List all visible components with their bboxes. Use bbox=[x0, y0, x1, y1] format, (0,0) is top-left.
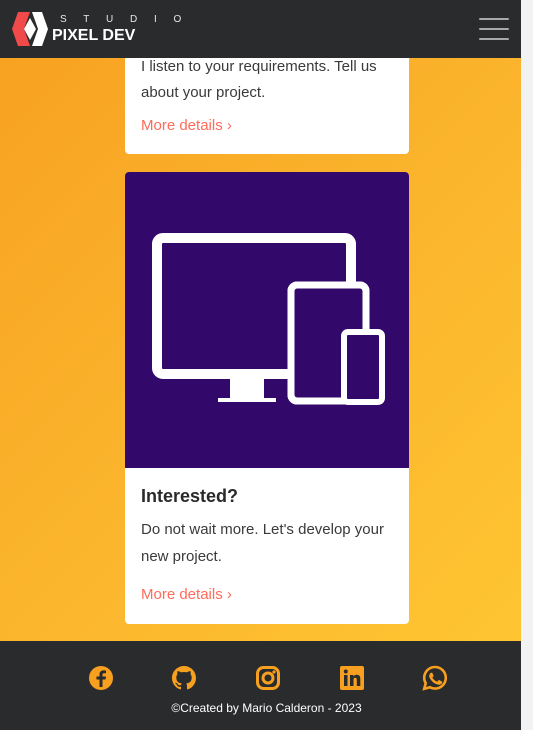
devices-icon bbox=[125, 172, 409, 468]
linkedin-icon[interactable] bbox=[339, 665, 365, 691]
page-scrollbar[interactable] bbox=[521, 0, 533, 730]
brand-studio-label: S T U D I O bbox=[60, 13, 189, 25]
brand-name: PIXEL DEV bbox=[52, 26, 136, 44]
brand-logo-link[interactable]: S T U D I O PIXEL DEV bbox=[10, 12, 188, 46]
card-title: Interested? bbox=[141, 486, 239, 506]
hamburger-icon[interactable] bbox=[479, 18, 509, 40]
whatsapp-icon[interactable] bbox=[422, 665, 448, 691]
more-details-link[interactable]: More details › bbox=[141, 117, 232, 134]
logo-icon bbox=[10, 12, 48, 46]
card-description: Do not wait more. Let's develop your new… bbox=[141, 521, 384, 565]
social-links bbox=[0, 665, 533, 691]
footer: ©Created by Mario Calderon - 2023 bbox=[0, 641, 533, 730]
more-details-link[interactable]: More details › bbox=[141, 586, 232, 603]
github-icon[interactable] bbox=[171, 665, 197, 691]
top-navbar: S T U D I O PIXEL DEV bbox=[0, 0, 533, 58]
service-card-interested: Interested? Do not wait more. Let's deve… bbox=[125, 172, 409, 624]
facebook-icon[interactable] bbox=[88, 665, 114, 691]
instagram-icon[interactable] bbox=[255, 665, 281, 691]
card-description: I listen to your requirements. Tell us a… bbox=[141, 58, 377, 101]
copyright-text: ©Created by Mario Calderon - 2023 bbox=[171, 701, 362, 715]
